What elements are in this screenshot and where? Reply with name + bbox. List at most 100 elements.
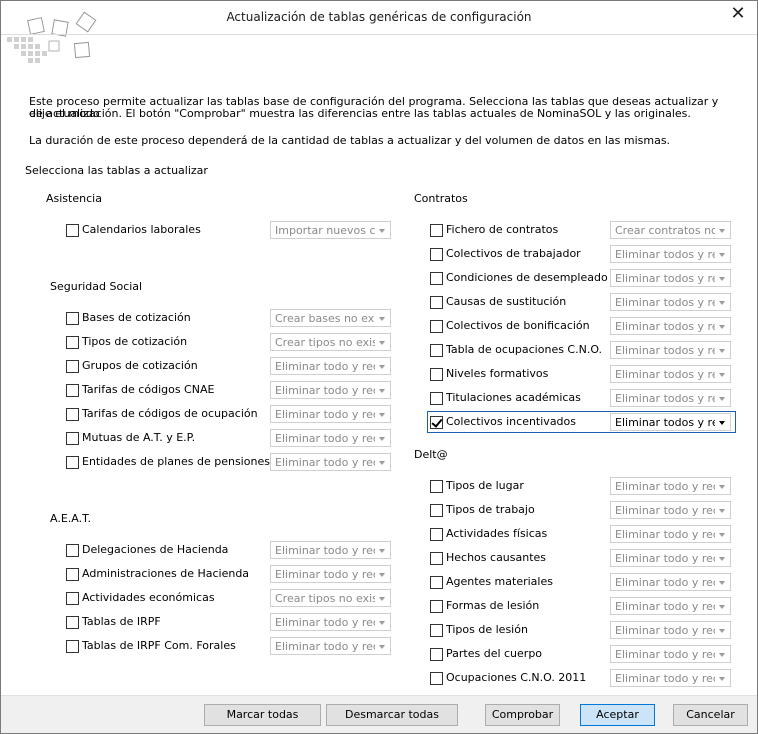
checkbox[interactable] bbox=[430, 224, 443, 237]
checkbox[interactable] bbox=[66, 544, 79, 557]
chevron-down-icon[interactable] bbox=[719, 229, 725, 233]
row-label[interactable]: Niveles formativos bbox=[446, 367, 548, 380]
row-label[interactable]: Tipos de lugar bbox=[446, 479, 524, 492]
checkbox[interactable] bbox=[430, 480, 443, 493]
chevron-down-icon[interactable] bbox=[379, 229, 385, 233]
checkbox[interactable] bbox=[430, 576, 443, 589]
row-label[interactable]: Titulaciones académicas bbox=[446, 391, 581, 404]
chevron-down-icon[interactable] bbox=[379, 413, 385, 417]
row-label[interactable]: Tablas de IRPF Com. Forales bbox=[82, 639, 236, 652]
row-label[interactable]: Tablas de IRPF bbox=[82, 615, 161, 628]
row-label[interactable]: Hechos causantes bbox=[446, 551, 546, 564]
chevron-down-icon[interactable] bbox=[719, 653, 725, 657]
chevron-down-icon[interactable] bbox=[379, 645, 385, 649]
checkbox[interactable] bbox=[66, 568, 79, 581]
mode-select[interactable]: Eliminar todo y recrear bbox=[270, 381, 391, 399]
unmark-all-button[interactable]: Desmarcar todas bbox=[326, 704, 458, 726]
mode-select[interactable]: Eliminar todo y recrear bbox=[270, 541, 391, 559]
checkbox[interactable] bbox=[430, 552, 443, 565]
mode-select[interactable]: Eliminar todo y recrear bbox=[610, 645, 731, 663]
row-label[interactable]: Tipos de lesión bbox=[446, 623, 528, 636]
row-label[interactable]: Agentes materiales bbox=[446, 575, 553, 588]
checkbox[interactable] bbox=[430, 320, 443, 333]
mode-select[interactable]: Eliminar todo y recrear bbox=[610, 501, 731, 519]
check-button[interactable]: Comprobar bbox=[485, 704, 560, 726]
row-label[interactable]: Partes del cuerpo bbox=[446, 647, 542, 660]
row-label[interactable]: Tarifas de códigos CNAE bbox=[82, 383, 214, 396]
mode-select[interactable]: Crear tipos no existentes bbox=[270, 589, 391, 607]
mode-select[interactable]: Eliminar todos y recrear bbox=[610, 389, 731, 407]
row-label[interactable]: Fichero de contratos bbox=[446, 223, 558, 236]
row-label[interactable]: Colectivos de trabajador bbox=[446, 247, 581, 260]
mode-select[interactable]: Eliminar todo y recrear bbox=[610, 525, 731, 543]
accept-button[interactable]: Aceptar bbox=[580, 704, 655, 726]
cancel-button[interactable]: Cancelar bbox=[673, 704, 748, 726]
chevron-down-icon[interactable] bbox=[379, 597, 385, 601]
checkbox[interactable] bbox=[66, 408, 79, 421]
mode-select[interactable]: Eliminar todos y recrear bbox=[610, 341, 731, 359]
mode-select[interactable]: Crear bases no existentes bbox=[270, 309, 391, 327]
checkbox[interactable] bbox=[430, 624, 443, 637]
chevron-down-icon[interactable] bbox=[379, 389, 385, 393]
mode-select[interactable]: Eliminar todos y recrear bbox=[610, 245, 731, 263]
chevron-down-icon[interactable] bbox=[379, 437, 385, 441]
chevron-down-icon[interactable] bbox=[379, 461, 385, 465]
chevron-down-icon[interactable] bbox=[719, 677, 725, 681]
row-label[interactable]: Actividades económicas bbox=[82, 591, 215, 604]
checkbox[interactable] bbox=[430, 272, 443, 285]
row-label[interactable]: Mutuas de A.T. y E.P. bbox=[82, 431, 195, 444]
chevron-down-icon[interactable] bbox=[379, 317, 385, 321]
row-label[interactable]: Delegaciones de Hacienda bbox=[82, 543, 228, 556]
chevron-down-icon[interactable] bbox=[719, 373, 725, 377]
checkbox[interactable] bbox=[66, 640, 79, 653]
checkbox[interactable] bbox=[66, 432, 79, 445]
mode-select[interactable]: Eliminar todo y recrear bbox=[610, 669, 731, 687]
checkbox[interactable] bbox=[430, 672, 443, 685]
chevron-down-icon[interactable] bbox=[719, 277, 725, 281]
row-label[interactable]: Grupos de cotización bbox=[82, 359, 198, 372]
row-label[interactable]: Colectivos de bonificación bbox=[446, 319, 590, 332]
chevron-down-icon[interactable] bbox=[719, 253, 725, 257]
checkbox[interactable] bbox=[66, 384, 79, 397]
row-label[interactable]: Ocupaciones C.N.O. 2011 bbox=[446, 671, 586, 684]
checkbox[interactable] bbox=[430, 296, 443, 309]
chevron-down-icon[interactable] bbox=[379, 365, 385, 369]
chevron-down-icon[interactable] bbox=[719, 349, 725, 353]
mode-select[interactable]: Eliminar todos y recrear bbox=[610, 293, 731, 311]
chevron-down-icon[interactable] bbox=[719, 485, 725, 489]
checkbox[interactable] bbox=[430, 248, 443, 261]
mode-select[interactable]: Eliminar todo y recrear bbox=[610, 549, 731, 567]
chevron-down-icon[interactable] bbox=[379, 549, 385, 553]
chevron-down-icon[interactable] bbox=[719, 605, 725, 609]
checkbox[interactable] bbox=[66, 312, 79, 325]
chevron-down-icon[interactable] bbox=[379, 341, 385, 345]
checkbox[interactable] bbox=[430, 368, 443, 381]
checkbox[interactable] bbox=[430, 344, 443, 357]
mode-select[interactable]: Eliminar todo y recrear bbox=[270, 637, 391, 655]
checkbox[interactable] bbox=[430, 528, 443, 541]
checkbox[interactable] bbox=[430, 504, 443, 517]
row-label[interactable]: Tabla de ocupaciones C.N.O. bbox=[446, 343, 602, 356]
row-label[interactable]: Tipos de cotización bbox=[82, 335, 187, 348]
mode-select[interactable]: Eliminar todo y recrear bbox=[610, 573, 731, 591]
chevron-down-icon[interactable] bbox=[719, 533, 725, 537]
mode-select[interactable]: Eliminar todo y recrear bbox=[270, 453, 391, 471]
row-label[interactable]: Tipos de trabajo bbox=[446, 503, 535, 516]
chevron-down-icon[interactable] bbox=[719, 629, 725, 633]
mode-select[interactable]: Eliminar todo y recrear bbox=[270, 613, 391, 631]
mode-select[interactable]: Eliminar todos y recrear bbox=[610, 365, 731, 383]
mode-select[interactable]: Eliminar todo y recrear bbox=[610, 477, 731, 495]
mode-select[interactable]: Eliminar todo y recrear bbox=[270, 565, 391, 583]
row-label[interactable]: Condiciones de desempleado bbox=[446, 271, 608, 284]
chevron-down-icon[interactable] bbox=[719, 301, 725, 305]
checkbox[interactable] bbox=[66, 360, 79, 373]
chevron-down-icon[interactable] bbox=[379, 621, 385, 625]
chevron-down-icon[interactable] bbox=[719, 509, 725, 513]
checkbox[interactable] bbox=[66, 456, 79, 469]
mode-select[interactable]: Eliminar todos y recrear bbox=[610, 317, 731, 335]
chevron-down-icon[interactable] bbox=[719, 557, 725, 561]
row-label[interactable]: Actividades físicas bbox=[446, 527, 547, 540]
checkbox[interactable] bbox=[430, 392, 443, 405]
checkbox[interactable] bbox=[66, 336, 79, 349]
row-label[interactable]: Administraciones de Hacienda bbox=[82, 567, 249, 580]
